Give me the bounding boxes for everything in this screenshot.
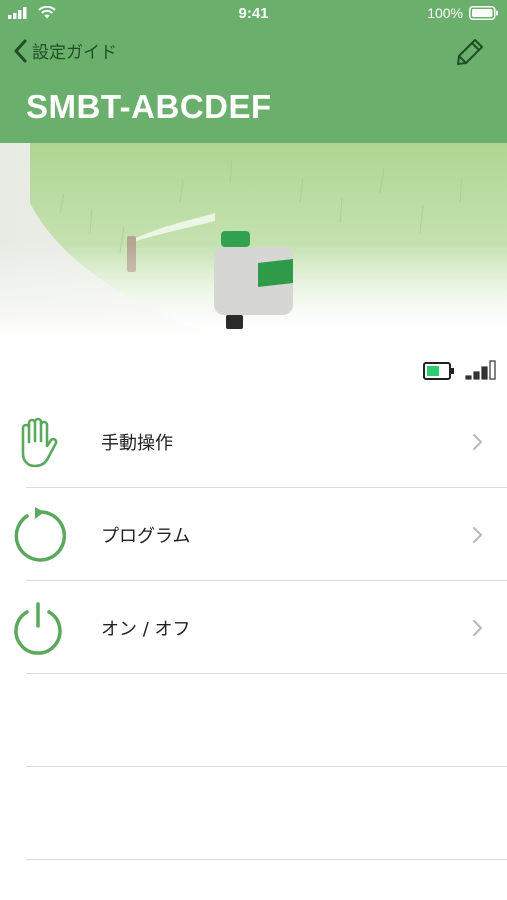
edit-button[interactable] (455, 37, 485, 67)
hero-image (0, 143, 507, 340)
empty-row (0, 767, 507, 860)
battery-icon (469, 6, 498, 20)
app-header: 9:41 100% 設定ガイド SMBT-ABCDEF (0, 0, 507, 143)
product-photo (0, 143, 507, 340)
status-bar: 9:41 100% (0, 0, 507, 28)
battery-percent: 100% (427, 5, 463, 21)
pencil-icon (457, 39, 483, 65)
menu-item-label: プログラム (101, 525, 191, 547)
chevron-left-icon (14, 39, 27, 62)
chevron-right-icon (473, 526, 482, 543)
menu-item-label: オン / オフ (101, 618, 191, 640)
menu-item-program[interactable]: プログラム (0, 488, 507, 581)
status-right: 100% (427, 5, 499, 21)
hand-icon (21, 417, 58, 467)
divider (26, 859, 507, 860)
power-icon (14, 601, 62, 655)
device-battery-icon (423, 362, 454, 380)
circular-arrow-icon (14, 506, 66, 562)
device-status-indicators (423, 360, 497, 380)
control-menu: 手動操作 プログラム オン / オフ (0, 395, 507, 860)
chevron-right-icon (473, 619, 482, 636)
device-title: SMBT-ABCDEF (26, 88, 272, 125)
empty-row (0, 674, 507, 767)
chevron-right-icon (473, 433, 482, 450)
menu-item-power[interactable]: オン / オフ (0, 581, 507, 674)
back-button[interactable]: 設定ガイド (14, 38, 117, 63)
back-button-label: 設定ガイド (32, 43, 117, 63)
device-signal-icon (465, 360, 496, 380)
menu-item-label: 手動操作 (101, 432, 173, 454)
menu-item-manual[interactable]: 手動操作 (0, 395, 507, 488)
